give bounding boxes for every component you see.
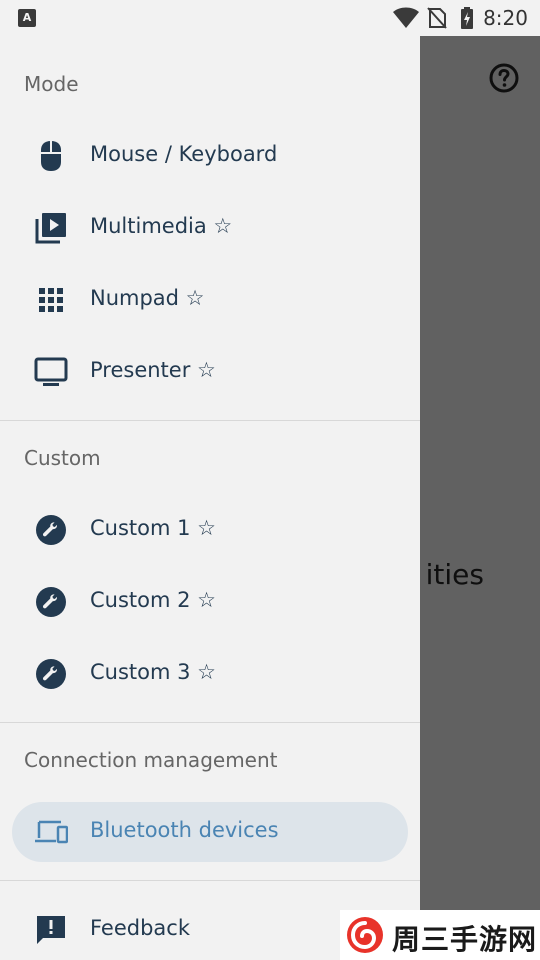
section-header-mode: Mode (24, 72, 79, 96)
divider (0, 880, 420, 881)
wifi-icon (393, 7, 419, 28)
divider (0, 420, 420, 421)
menu-item-label: Custom 2 ☆ (90, 588, 216, 612)
menu-item-label: Custom 3 ☆ (90, 660, 216, 684)
menu-item-label: Feedback (90, 916, 191, 940)
battery-charging-icon (461, 7, 473, 29)
menu-item-multimedia[interactable]: Multimedia ☆ (12, 198, 408, 258)
wrench-icon (36, 587, 66, 617)
section-header-connection: Connection management (24, 748, 278, 772)
watermark-text: 周三手游网 (392, 923, 538, 956)
devices-icon (35, 820, 68, 844)
divider (0, 722, 420, 723)
section-header-custom: Custom (24, 446, 101, 470)
menu-item-presenter[interactable]: Presenter ☆ (12, 342, 408, 402)
no-sim-icon (427, 7, 447, 29)
monitor-icon (34, 357, 68, 386)
status-time: 8:20 (483, 6, 528, 30)
feedback-icon (37, 916, 65, 944)
watermark-logo-icon (347, 917, 383, 953)
keyboard-notification-icon: A (18, 9, 36, 27)
dialpad-icon (39, 288, 63, 312)
video-library-icon (35, 213, 66, 244)
menu-item-custom-3[interactable]: Custom 3 ☆ (12, 644, 408, 704)
wrench-icon (36, 515, 66, 545)
menu-item-label: Mouse / Keyboard (90, 142, 278, 166)
menu-item-label: Multimedia ☆ (90, 214, 233, 238)
menu-item-bluetooth-devices[interactable]: Bluetooth devices (12, 802, 408, 862)
menu-item-label: Custom 1 ☆ (90, 516, 216, 540)
wrench-icon (36, 659, 66, 689)
menu-item-label: Presenter ☆ (90, 358, 216, 382)
watermark: 周三手游网 (340, 910, 540, 960)
menu-item-label: Numpad ☆ (90, 286, 205, 310)
menu-item-custom-2[interactable]: Custom 2 ☆ (12, 572, 408, 632)
status-bar: A 8:20 (0, 0, 540, 36)
navigation-drawer: Mode Mouse / Keyboard Multimedia ☆ Numpa… (0, 0, 420, 960)
menu-item-custom-1[interactable]: Custom 1 ☆ (12, 500, 408, 560)
mouse-icon (41, 141, 61, 171)
menu-item-mouse-keyboard[interactable]: Mouse / Keyboard (12, 126, 408, 186)
menu-item-numpad[interactable]: Numpad ☆ (12, 270, 408, 330)
menu-item-label: Bluetooth devices (90, 818, 279, 842)
